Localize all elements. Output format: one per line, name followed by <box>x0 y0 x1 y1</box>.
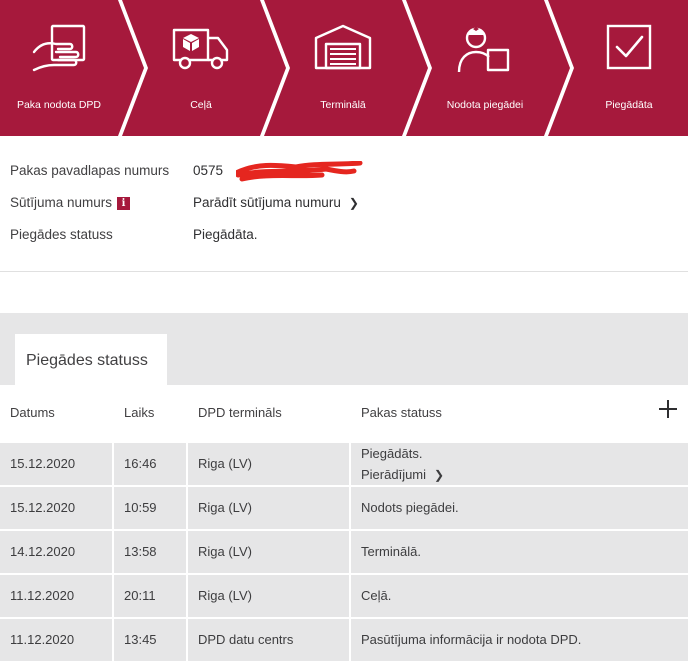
cell-time: 13:58 <box>124 544 157 559</box>
cell-date: 11.12.2020 <box>10 588 75 603</box>
tracking-number-value: 0575 <box>193 163 224 178</box>
cell-time: 16:46 <box>124 456 157 471</box>
step-handed-to-dpd: Paka nodota DPD <box>0 0 128 136</box>
chevron-right-icon: ❯ <box>434 468 445 482</box>
cell-time: 20:11 <box>124 588 156 603</box>
cell-status: Pasūtījuma informācija ir nodota DPD. <box>361 632 582 647</box>
step-out-for-delivery: Nodota piegādei <box>416 0 554 136</box>
delivery-history: Piegādes statuss Datums Laiks DPD termin… <box>0 313 688 661</box>
cell-status: Ceļā. <box>361 588 392 603</box>
table-row: 15.12.2020 16:46 Riga (LV) Piegādāts. Pi… <box>0 441 688 485</box>
cell-terminal: Riga (LV) <box>198 456 252 471</box>
cell-date: 11.12.2020 <box>10 632 75 647</box>
courier-icon <box>457 27 510 73</box>
chevron-right-icon: ❯ <box>348 196 359 210</box>
cell-date: 14.12.2020 <box>10 544 76 559</box>
tab-delivery-status[interactable]: Piegādes statuss <box>15 334 167 385</box>
cell-terminal: Riga (LV) <box>198 500 252 515</box>
step-delivered: Piegādāta <box>560 0 688 136</box>
delivery-status-value: Piegādāta. <box>193 227 258 242</box>
cell-terminal: Riga (LV) <box>198 588 252 603</box>
table-row: 11.12.2020 20:11 Riga (LV) Ceļā. <box>0 573 688 617</box>
cell-status: Nodots piegādei. <box>361 500 459 515</box>
cell-time: 10:59 <box>124 500 157 515</box>
col-date: Datums <box>10 405 55 420</box>
col-time: Laiks <box>124 405 155 420</box>
proofs-link-text: Pierādījumi <box>361 467 427 482</box>
shipment-number-label: Sūtījuma numurs <box>10 195 113 210</box>
step-label: Paka nodota DPD <box>16 99 102 111</box>
table-row: 14.12.2020 13:58 Riga (LV) Terminālā. <box>0 529 688 573</box>
cell-status: Terminālā. <box>361 544 421 559</box>
info-icon[interactable]: i <box>117 197 131 210</box>
hand-over-package-icon <box>32 24 86 72</box>
redaction-scribble <box>236 161 363 182</box>
cell-date: 15.12.2020 <box>10 456 76 471</box>
cell-time: 13:45 <box>124 632 157 647</box>
step-in-transit: Ceļā <box>132 0 270 136</box>
step-label: Nodota piegādei <box>446 99 524 111</box>
table-row: 15.12.2020 10:59 Riga (LV) Nodots piegād… <box>0 485 688 529</box>
delivery-status-label: Piegādes statuss <box>10 227 113 242</box>
status-text: Piegādāts. <box>361 446 423 461</box>
cell-terminal: DPD datu centrs <box>198 632 294 647</box>
show-shipment-number-text: Parādīt sūtījuma numuru <box>193 195 341 210</box>
expand-plus-icon[interactable] <box>658 399 678 419</box>
cell-status: Piegādāts. Pierādījumi ❯ <box>361 443 444 485</box>
step-at-terminal: Terminālā <box>274 0 412 136</box>
step-label: Ceļā <box>190 99 212 111</box>
checkbox-delivered-icon <box>606 24 652 70</box>
proofs-link[interactable]: Pierādījumi ❯ <box>361 467 444 482</box>
shipment-info: Pakas pavadlapas numurs 0575 Sūtījuma nu… <box>0 136 688 272</box>
cell-terminal: Riga (LV) <box>198 544 252 559</box>
table-header: Datums Laiks DPD termināls Pakas statuss <box>0 385 688 441</box>
col-terminal: DPD termināls <box>198 405 282 420</box>
col-status: Pakas statuss <box>361 405 442 420</box>
table-row: 11.12.2020 13:45 DPD datu centrs Pasūtīj… <box>0 617 688 661</box>
terminal-warehouse-icon <box>314 24 372 70</box>
tracking-number-label: Pakas pavadlapas numurs <box>10 163 170 178</box>
step-label: Piegādāta <box>605 99 653 111</box>
delivery-van-icon <box>172 28 229 70</box>
history-table: Datums Laiks DPD termināls Pakas statuss… <box>0 385 688 661</box>
step-label: Terminālā <box>320 99 366 111</box>
cell-date: 15.12.2020 <box>10 500 76 515</box>
show-shipment-number-link[interactable]: Parādīt sūtījuma numuru ❯ <box>193 195 359 210</box>
delivery-progress-bar: Paka nodota DPD Ceļā Terminālā Nodota pi… <box>0 0 688 136</box>
